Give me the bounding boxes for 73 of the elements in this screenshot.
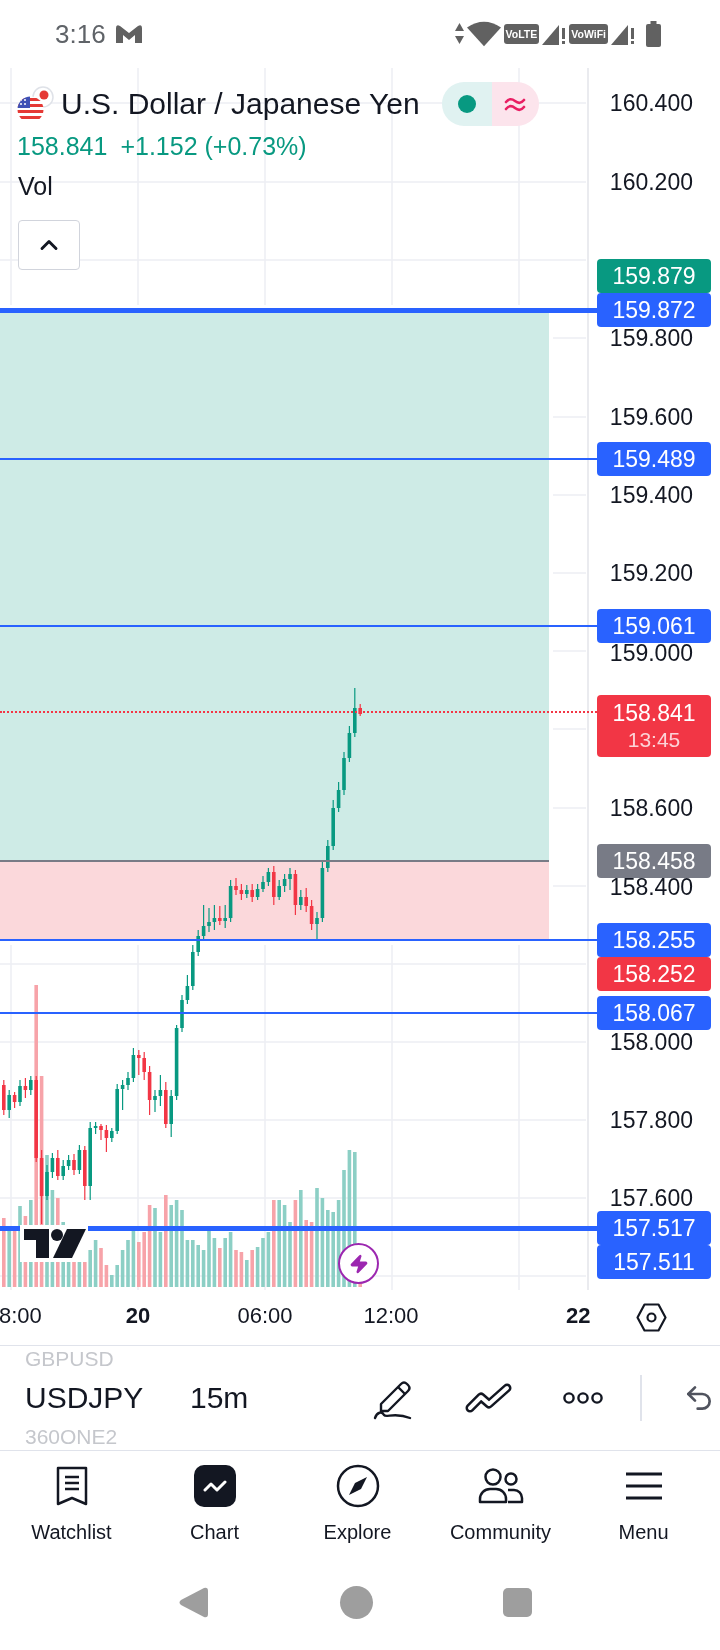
price-tick-label: 157.600 bbox=[609, 1188, 693, 1208]
nav-tab[interactable]: Explore bbox=[286, 1451, 429, 1555]
network-badge: VoWiFi bbox=[569, 24, 608, 44]
falling-candle bbox=[2, 1080, 6, 1115]
signal-icon bbox=[542, 23, 567, 45]
nav-tab[interactable]: Watchlist bbox=[0, 1451, 143, 1555]
nav-tab[interactable]: Menu bbox=[572, 1451, 715, 1555]
symbol-title: U.S. Dollar / Japanese Yen bbox=[61, 86, 420, 122]
falling-candle bbox=[56, 1150, 60, 1180]
lightning-icon[interactable] bbox=[338, 1243, 379, 1284]
symbol-option[interactable]: USDJPY bbox=[25, 1381, 144, 1415]
approx-icon bbox=[491, 82, 539, 126]
rising-candle bbox=[18, 1080, 22, 1106]
countdown-timer: 13:45 bbox=[627, 727, 681, 753]
collapse-button[interactable] bbox=[18, 220, 80, 270]
battery-icon bbox=[646, 21, 661, 47]
price-tag: 158.252 bbox=[597, 957, 711, 991]
indicator-label: Vol bbox=[18, 171, 53, 201]
price-tick-label: 157.800 bbox=[609, 1110, 693, 1130]
price-tag: 157.517 bbox=[597, 1211, 711, 1245]
falling-candle bbox=[72, 1154, 76, 1175]
price-tag: 158.255 bbox=[597, 923, 711, 957]
price-tag: 158.067 bbox=[597, 996, 711, 1030]
falling-candle bbox=[272, 866, 276, 905]
nav-tab[interactable]: Chart bbox=[143, 1451, 286, 1555]
rising-candle bbox=[29, 1076, 33, 1095]
last-price: 158.841 bbox=[17, 131, 108, 161]
network-badge: VoLTE bbox=[503, 24, 540, 44]
zigzag-lines-icon[interactable] bbox=[465, 1383, 513, 1413]
falling-candle bbox=[164, 1082, 168, 1128]
price-tag: 159.061 bbox=[597, 609, 711, 643]
clock-time: 3:16 bbox=[55, 19, 106, 49]
price-tag: 158.458 bbox=[597, 844, 711, 878]
logo-icon bbox=[20, 1225, 88, 1262]
price-tick-label: 158.600 bbox=[609, 798, 693, 818]
price-tag: 159.879 bbox=[597, 259, 711, 293]
falling-candle bbox=[12, 1092, 17, 1108]
time-label: 22 bbox=[566, 1303, 591, 1329]
more-icon[interactable] bbox=[563, 1392, 604, 1404]
falling-candle bbox=[358, 704, 362, 716]
price-tick-label: 160.200 bbox=[609, 172, 693, 192]
price-tick-label: 158.000 bbox=[609, 1032, 693, 1052]
price-tag: 159.872 bbox=[597, 293, 711, 327]
time-label: 12:00 bbox=[363, 1303, 419, 1329]
price-tick-label: 160.400 bbox=[609, 93, 693, 113]
interval-button[interactable]: 15m bbox=[190, 1381, 249, 1415]
price-tag: 157.511 bbox=[597, 1245, 711, 1279]
falling-candle bbox=[83, 1146, 87, 1200]
settings-icon[interactable] bbox=[636, 1303, 667, 1332]
time-label: 8:00 bbox=[0, 1303, 42, 1329]
price-tick-label: 159.000 bbox=[609, 643, 693, 663]
nav-tab[interactable]: Community bbox=[429, 1451, 572, 1555]
falling-candle bbox=[218, 906, 222, 925]
price-value: 158.841 bbox=[612, 699, 696, 727]
back-icon[interactable] bbox=[177, 1586, 209, 1619]
wifi-icon bbox=[466, 21, 501, 47]
price-change: +1.152 (+0.73%) bbox=[120, 131, 307, 161]
price-tick-label: 158.400 bbox=[609, 877, 693, 897]
rising-candle bbox=[245, 885, 249, 898]
price-tick-label: 159.200 bbox=[609, 563, 693, 583]
home-icon[interactable] bbox=[340, 1586, 373, 1619]
rising-candle bbox=[7, 1090, 11, 1118]
price-tick-label: 159.600 bbox=[609, 407, 693, 427]
price-tag: 159.489 bbox=[597, 442, 711, 476]
rising-candle bbox=[299, 890, 303, 910]
data-arrows-icon bbox=[454, 23, 464, 45]
mail-icon bbox=[114, 24, 143, 44]
time-label: 20 bbox=[125, 1303, 151, 1329]
falling-candle bbox=[250, 884, 254, 902]
price-tick-label: 159.400 bbox=[609, 485, 693, 505]
price-tick-label: 159.800 bbox=[609, 328, 693, 348]
signal-icon bbox=[611, 23, 635, 45]
time-label: 06:00 bbox=[237, 1303, 293, 1329]
